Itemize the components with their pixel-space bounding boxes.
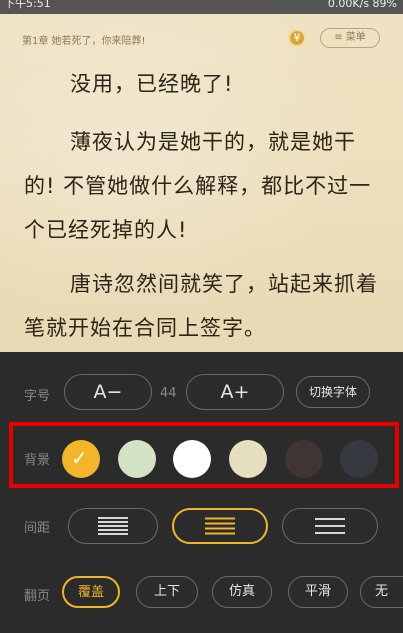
- status-bar: 下午5:51 0.00K/s 89%: [0, 0, 403, 14]
- bg-swatch-white[interactable]: [173, 440, 211, 478]
- page-turn-simulate[interactable]: 仿真: [212, 576, 272, 608]
- bg-swatch-dark-brown[interactable]: [285, 440, 323, 478]
- reading-settings-panel: 字号 A− 44 A+ 切换字体 背景 ✓ 间距 翻页 覆盖 上下 仿真 平滑 …: [0, 352, 403, 633]
- spacing-medium-button[interactable]: [172, 508, 268, 544]
- background-label: 背景: [24, 453, 51, 468]
- font-size-label: 字号: [24, 389, 51, 404]
- menu-button[interactable]: ≡ 菜单: [320, 28, 380, 48]
- coin-icon[interactable]: ¥: [288, 29, 306, 47]
- font-size-value: 44: [160, 386, 177, 401]
- bg-swatch-green[interactable]: [118, 440, 156, 478]
- page-turn-scroll[interactable]: 上下: [136, 576, 198, 608]
- bg-swatch-beige[interactable]: [229, 440, 267, 478]
- paragraph: 没用，已经晚了!: [70, 72, 234, 96]
- increase-font-button[interactable]: A+: [186, 374, 284, 410]
- spacing-loose-button[interactable]: [282, 508, 378, 544]
- decrease-font-button[interactable]: A−: [64, 374, 152, 410]
- paragraph: 薄夜认为是她干的，就是她干的! 不管她做什么解释，都比不过一个已经死掉的人!: [24, 130, 372, 242]
- switch-font-button[interactable]: 切换字体: [296, 376, 370, 408]
- spacing-tight-icon: [98, 515, 128, 537]
- spacing-label: 间距: [24, 521, 51, 536]
- page-turn-label: 翻页: [24, 589, 51, 604]
- status-time: 下午5:51: [4, 0, 51, 10]
- spacing-medium-icon: [205, 515, 235, 538]
- status-indicators: 0.00K/s 89%: [327, 0, 397, 10]
- page-turn-smooth[interactable]: 平滑: [288, 576, 348, 608]
- bg-swatch-dark-gray[interactable]: [340, 440, 378, 478]
- checkmark-icon: ✓: [71, 446, 88, 470]
- spacing-loose-icon: [315, 513, 345, 539]
- bg-swatch-yellow[interactable]: ✓: [62, 440, 100, 478]
- spacing-tight-button[interactable]: [68, 508, 158, 544]
- reader-page[interactable]: 下午5:51 0.00K/s 89% 第1章 她若死了，你来陪葬! ¥ ≡ 菜单…: [0, 0, 403, 352]
- chapter-title: 第1章 她若死了，你来陪葬!: [22, 36, 146, 47]
- page-turn-cover[interactable]: 覆盖: [62, 576, 120, 608]
- paragraph: 唐诗忽然间就笑了，站起来抓着笔就开始在合同上签字。: [24, 272, 378, 340]
- page-turn-none[interactable]: 无: [360, 576, 403, 608]
